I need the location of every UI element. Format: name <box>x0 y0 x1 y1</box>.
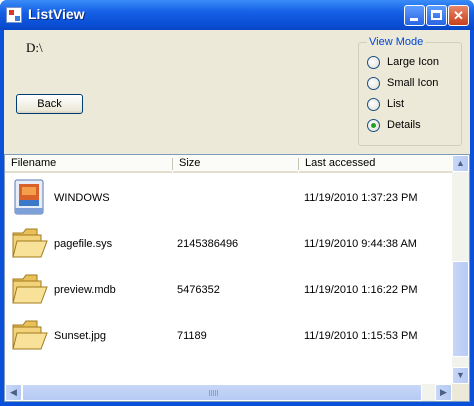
chevron-up-icon: ▲ <box>456 158 465 168</box>
radio-circle-icon[interactable] <box>367 56 380 69</box>
column-header-size[interactable]: Size <box>173 155 298 173</box>
maximize-icon <box>431 10 442 20</box>
file-name: WINDOWS <box>54 192 110 204</box>
table-row[interactable]: WINDOWS 11/19/2010 1:37:23 PM <box>5 175 452 221</box>
vertical-scrollbar[interactable]: ▲ ▼ <box>452 155 469 384</box>
close-button[interactable]: ✕ <box>448 5 469 26</box>
grip-icon <box>209 390 218 396</box>
minimize-icon <box>410 18 418 21</box>
horizontal-scrollbar[interactable]: ◀ ▶ <box>5 384 452 401</box>
file-last-accessed: 11/19/2010 1:37:23 PM <box>304 192 418 204</box>
file-size: 2145386496 <box>177 238 239 250</box>
file-name: Sunset.jpg <box>54 330 106 342</box>
scroll-left-button[interactable]: ◀ <box>5 384 22 401</box>
view-mode-groupbox: View Mode Large Icon Small Icon List Det… <box>358 36 462 146</box>
file-size: 71189 <box>177 330 207 342</box>
radio-selected-dot-icon <box>371 123 376 128</box>
table-row[interactable]: preview.mdb 5476352 11/19/2010 1:16:22 P… <box>5 267 452 313</box>
chevron-down-icon: ▼ <box>456 370 465 380</box>
maximize-button[interactable] <box>426 5 447 26</box>
file-last-accessed: 11/19/2010 1:16:22 PM <box>304 284 418 296</box>
file-last-accessed: 11/19/2010 1:15:53 PM <box>304 330 418 342</box>
title-bar[interactable]: ListView ✕ <box>0 0 474 30</box>
radio-label: Large Icon <box>387 56 439 68</box>
close-icon: ✕ <box>453 8 464 23</box>
chevron-right-icon: ▶ <box>440 387 447 397</box>
file-size: 5476352 <box>177 284 220 296</box>
chevron-left-icon: ◀ <box>10 387 17 397</box>
radio-label: Details <box>387 119 421 131</box>
radio-circle-icon[interactable] <box>367 98 380 111</box>
radio-label: Small Icon <box>387 77 439 89</box>
scroll-right-button[interactable]: ▶ <box>435 384 452 401</box>
folder-icon <box>12 228 48 258</box>
main-window: ListView ✕ D:\ Back View Mode Large Icon… <box>0 0 474 406</box>
file-last-accessed: 11/19/2010 9:44:38 AM <box>304 238 417 250</box>
table-row[interactable]: pagefile.sys 2145386496 11/19/2010 9:44:… <box>5 221 452 267</box>
scrollbar-corner <box>452 384 469 401</box>
back-button[interactable]: Back <box>16 94 83 114</box>
file-name: preview.mdb <box>54 284 116 296</box>
radio-circle-icon[interactable] <box>367 119 380 132</box>
radio-label: List <box>387 98 405 110</box>
scroll-down-button[interactable]: ▼ <box>452 367 469 384</box>
radio-circle-icon[interactable] <box>367 77 380 90</box>
column-header-filename[interactable]: Filename <box>5 155 172 173</box>
form-client-area: D:\ Back View Mode Large Icon Small Icon… <box>4 30 470 402</box>
app-icon[interactable] <box>6 7 22 23</box>
column-header-last-accessed[interactable]: Last accessed <box>299 155 452 173</box>
windows-file-icon <box>14 179 44 215</box>
folder-icon <box>12 320 48 350</box>
file-name: pagefile.sys <box>54 238 113 250</box>
current-path-label: D:\ <box>26 40 43 55</box>
view-mode-legend: View Mode <box>367 36 426 48</box>
window-title: ListView <box>28 6 85 22</box>
folder-icon <box>12 274 48 304</box>
vertical-scroll-thumb[interactable] <box>452 261 469 357</box>
minimize-button[interactable] <box>404 5 425 26</box>
file-listview[interactable]: Filename Size Last accessed WINDOWS 11/1… <box>4 154 470 402</box>
scroll-up-button[interactable]: ▲ <box>452 155 469 172</box>
table-row[interactable]: Sunset.jpg 71189 11/19/2010 1:15:53 PM <box>5 313 452 359</box>
horizontal-scroll-thumb[interactable] <box>22 384 422 401</box>
